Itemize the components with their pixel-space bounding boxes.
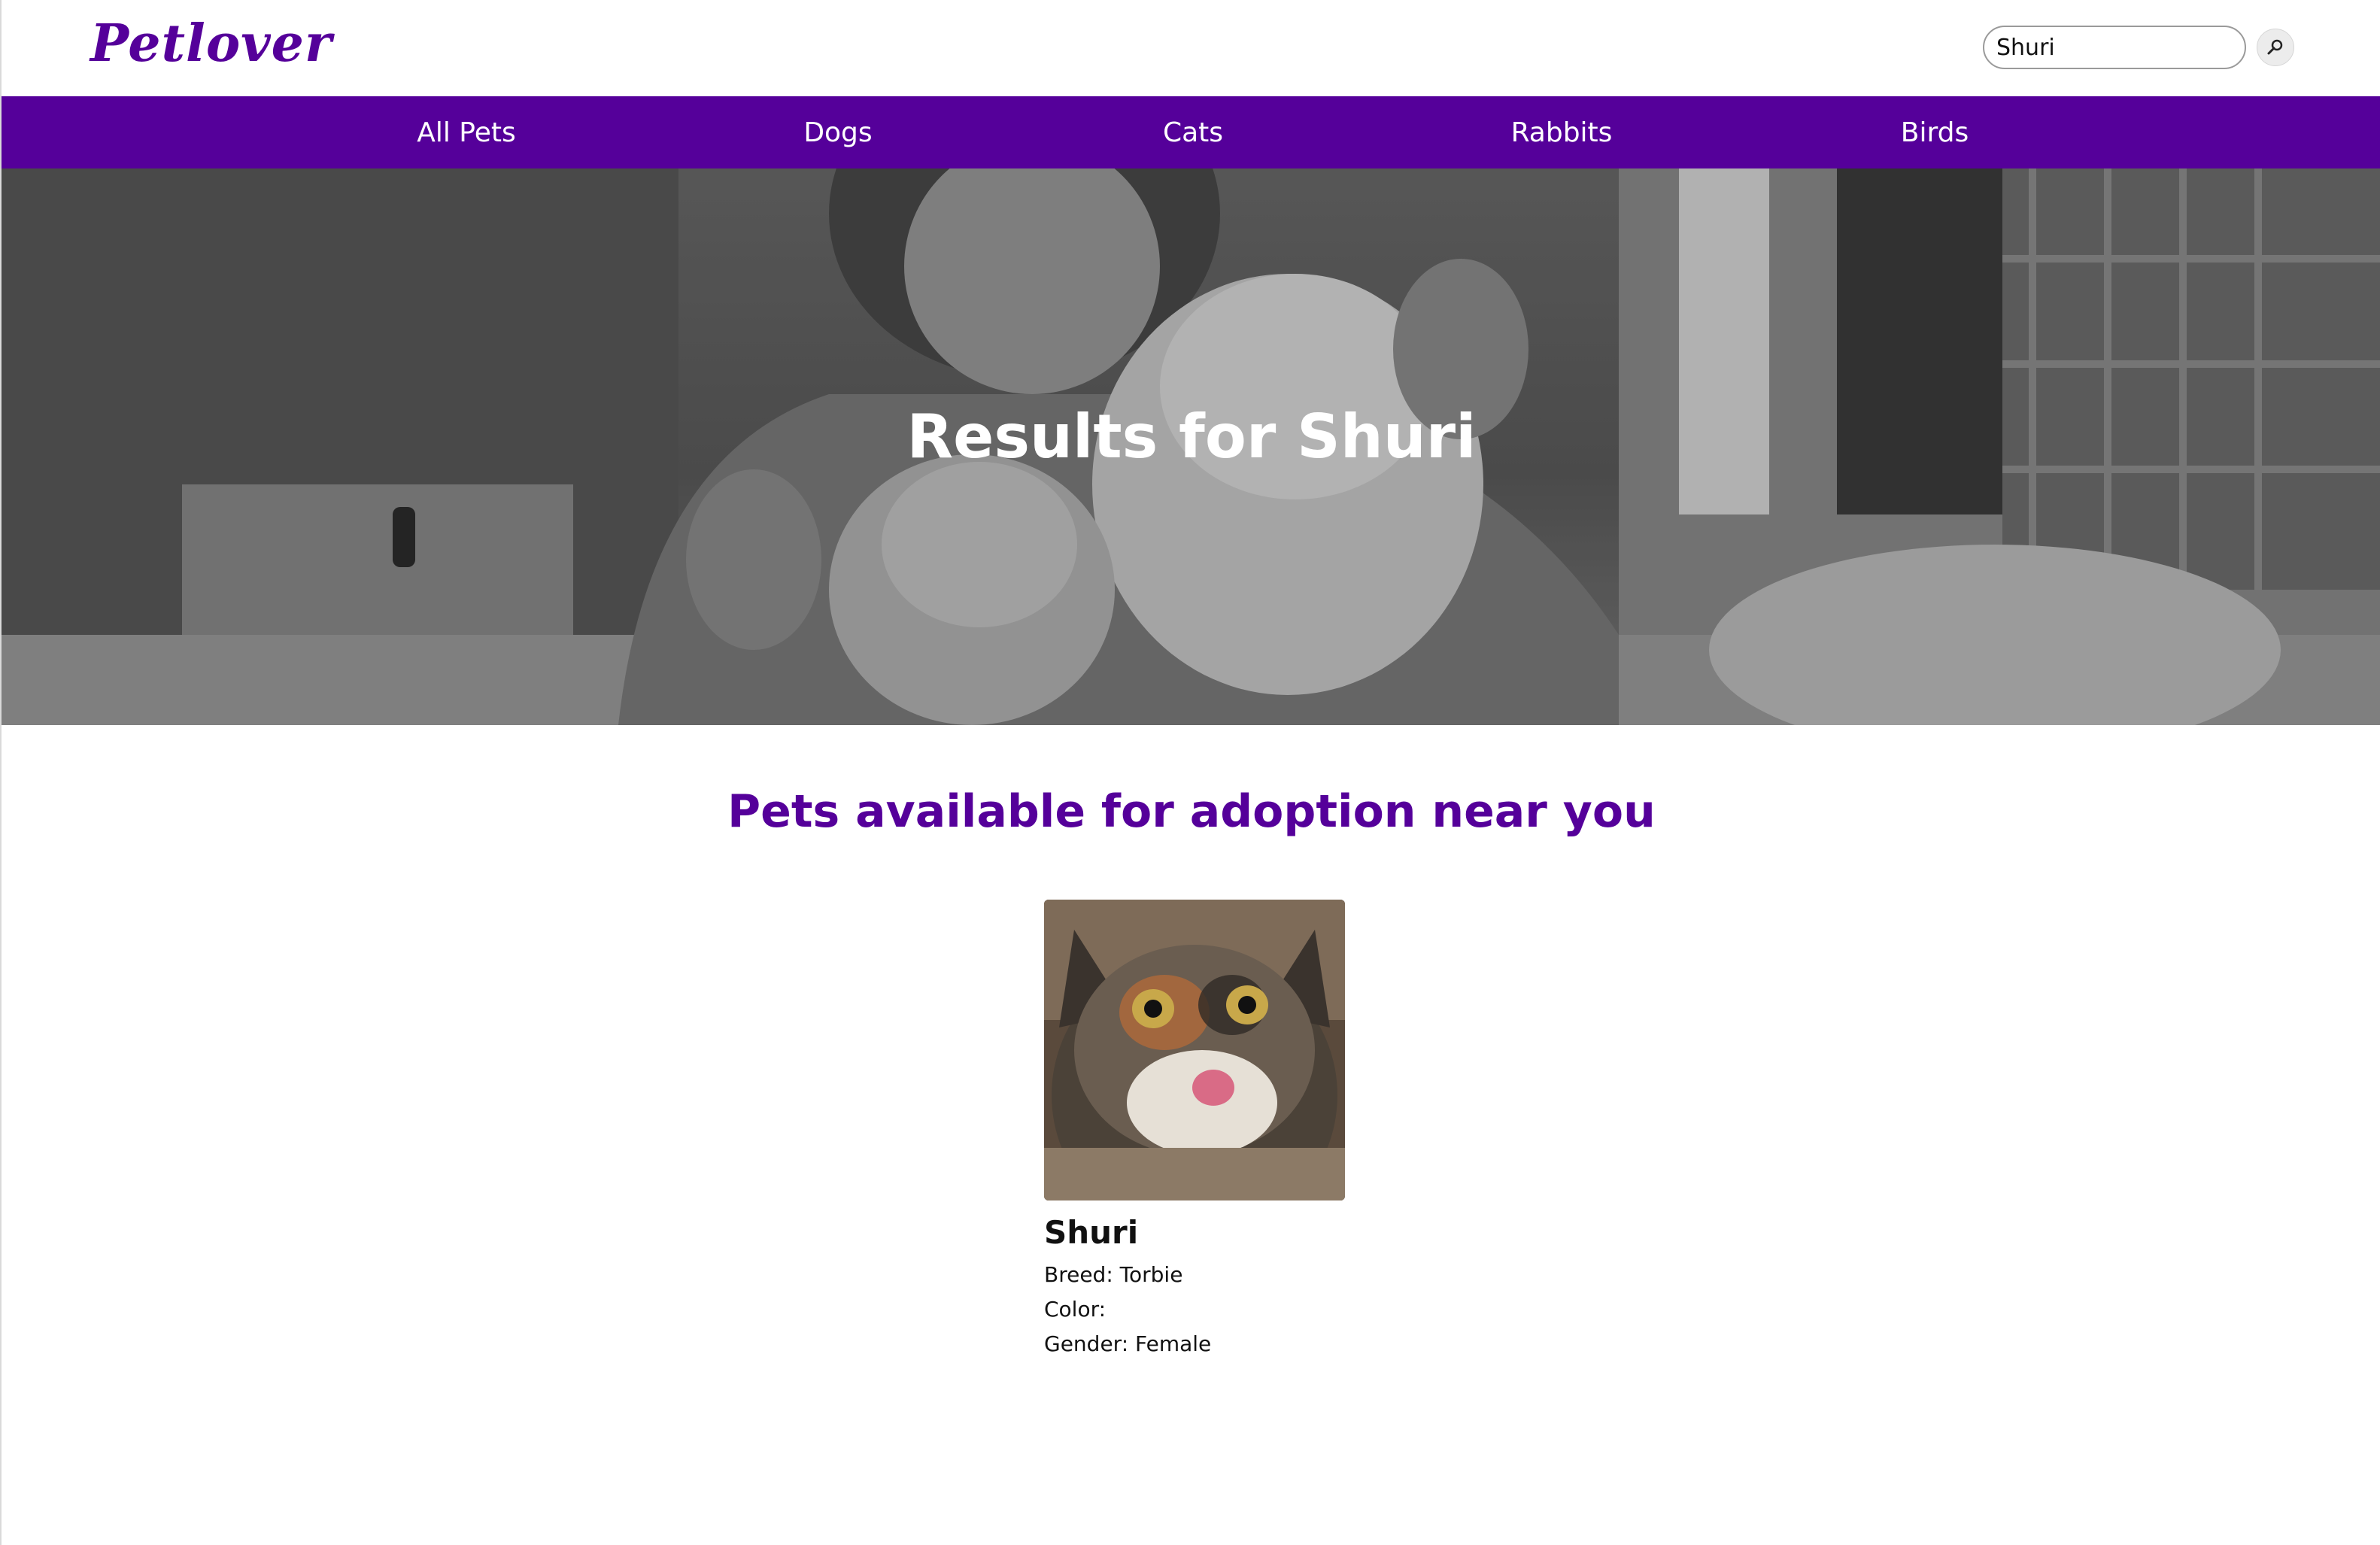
adoption-section-title: Pets available for adoption near you [727, 785, 1656, 838]
pet-gender: Gender: Female [1044, 1331, 1212, 1356]
category-nav: All Pets Dogs Cats Rabbits Birds [2, 96, 2380, 168]
search-button[interactable] [2257, 29, 2294, 66]
nav-item-dogs[interactable]: Dogs [703, 96, 973, 168]
nav-item-birds[interactable]: Birds [1799, 96, 2070, 168]
hero-banner: Results for Shuri [2, 168, 2380, 725]
site-header: Petlover [2, 0, 2380, 96]
search-input[interactable] [1983, 26, 2246, 69]
pet-card[interactable]: Shuri Breed: Torbie Color: Gender: Femal… [1044, 900, 1345, 1381]
site-logo[interactable]: Petlover [90, 14, 332, 74]
pet-name[interactable]: Shuri [1044, 1214, 1138, 1251]
nav-item-cats[interactable]: Cats [1058, 96, 1328, 168]
pet-breed: Breed: Torbie [1044, 1262, 1183, 1287]
nav-item-rabbits[interactable]: Rabbits [1426, 96, 1697, 168]
pet-photo[interactable] [1044, 900, 1345, 1200]
cat-photo-image [1044, 900, 1345, 1200]
results-heading: Results for Shuri [906, 402, 1477, 472]
magnifier-icon [2267, 39, 2283, 55]
nav-item-all-pets[interactable]: All Pets [331, 96, 602, 168]
pet-color: Color: [1044, 1297, 1107, 1322]
